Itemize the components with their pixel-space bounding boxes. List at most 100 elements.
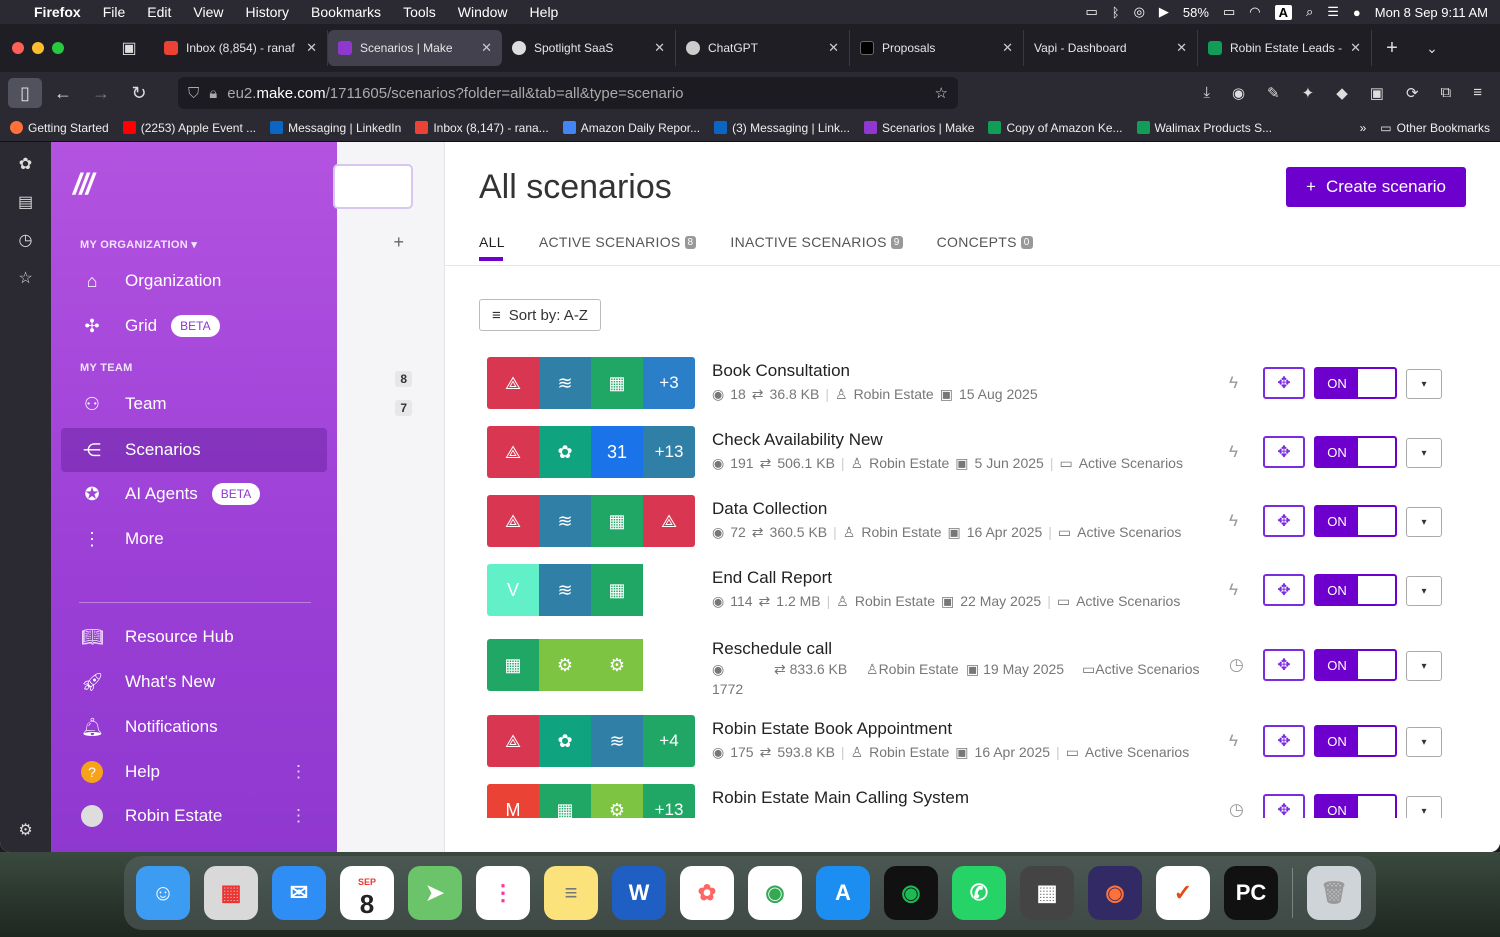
sidebar-item-grid[interactable]: ✣ Grid BETA — [61, 304, 327, 348]
close-tab-icon[interactable]: ✕ — [306, 40, 317, 56]
bookmark-amazon-copy[interactable]: Copy of Amazon Ke... — [988, 121, 1123, 135]
bookmark-amazon-daily[interactable]: Amazon Daily Repor... — [562, 121, 700, 135]
sidebar-toggle-icon[interactable]: ▯ — [8, 78, 42, 108]
notes-icon[interactable]: ≡ — [544, 866, 598, 920]
sidebar-item-help[interactable]: ? Help ⋮ — [61, 750, 327, 794]
scenario-options-dropdown[interactable]: ▾ — [1406, 651, 1442, 681]
sidebar-settings-gear-icon[interactable]: ⚙ — [18, 820, 32, 840]
tab-overview-icon[interactable]: ▣ — [104, 38, 154, 58]
scenario-row[interactable]: ▦ ⚙ ⚙ Reschedule call ◉ 1772 ⇄ 833.6 KB ♙… — [487, 639, 1447, 697]
sidebar-item-resource-hub[interactable]: 📖︎ Resource Hub — [61, 615, 327, 659]
word-icon[interactable]: W — [612, 866, 666, 920]
open-diagram-button[interactable]: ✥ — [1263, 505, 1305, 537]
tab-concepts[interactable]: CONCEPTS 0 — [937, 234, 1033, 261]
tab-proposals[interactable]: Proposals ✕ — [850, 30, 1024, 66]
sidebar-item-user[interactable]: Robin Estate ⋮ — [61, 794, 327, 838]
scenario-row[interactable]: ⟁ ≋ ▦ ⟁ Data Collection ◉ 72 ⇄ 360.5 KB | ♙ Ro… — [487, 495, 1447, 547]
tab-vapi[interactable]: Vapi - Dashboard ✕ — [1024, 30, 1198, 66]
menu-edit[interactable]: Edit — [147, 4, 171, 20]
scenario-options-dropdown[interactable]: ▾ — [1406, 369, 1442, 399]
close-window-button[interactable] — [12, 42, 24, 54]
sidebar-item-scenarios[interactable]: ⋲ Scenarios — [61, 428, 327, 472]
extension-icon-2[interactable]: ✎ — [1267, 84, 1280, 102]
finder-icon[interactable]: ☺ — [136, 866, 190, 920]
scenario-name[interactable]: End Call Report — [712, 568, 832, 588]
scenario-name[interactable]: Check Availability New — [712, 430, 883, 450]
scenario-options-dropdown[interactable]: ▾ — [1406, 576, 1442, 606]
calculator-icon[interactable]: ▦ — [1020, 866, 1074, 920]
history-icon[interactable]: ◷ — [19, 230, 33, 250]
bookmark-linkedin-messaging[interactable]: Messaging | LinkedIn — [270, 121, 401, 135]
chatgpt-sidebar-icon[interactable]: ✿ — [19, 154, 32, 174]
tab-all[interactable]: ALL — [479, 234, 505, 261]
bluetooth-icon[interactable]: ᛒ — [1112, 5, 1120, 20]
add-folder-icon[interactable]: + — [393, 232, 404, 253]
calendar-icon[interactable]: SEP 8 — [340, 866, 394, 920]
back-icon[interactable]: ← — [46, 78, 80, 108]
bookmark-star-icon[interactable]: ☆ — [935, 84, 948, 102]
scenario-toggle[interactable]: ON — [1314, 725, 1397, 757]
list-tabs-chevron-icon[interactable]: ⌄ — [1412, 40, 1452, 57]
siri-icon[interactable]: ● — [1353, 5, 1361, 20]
minimize-window-button[interactable] — [32, 42, 44, 54]
control-center-icon[interactable]: ☰ — [1327, 4, 1339, 20]
tab-robin-leads[interactable]: Robin Estate Leads - ✕ — [1198, 30, 1372, 66]
scenario-toggle[interactable]: ON — [1314, 436, 1397, 468]
mail-icon[interactable]: ✉ — [272, 866, 326, 920]
menu-window[interactable]: Window — [458, 4, 508, 20]
display-icon[interactable]: ▭ — [1085, 4, 1097, 20]
bookmark-apple-event[interactable]: (2253) Apple Event ... — [122, 121, 256, 135]
spotify-icon[interactable]: ◉ — [884, 866, 938, 920]
scenario-name[interactable]: Data Collection — [712, 499, 827, 519]
user-menu-kebab-icon[interactable]: ⋮ — [290, 806, 307, 826]
scenario-name[interactable]: Reschedule call — [712, 639, 832, 659]
scenario-row[interactable]: ⟁ ≋ ▦ +3 Book Consultation ◉ 18 ⇄ 36.8 KB | ♙… — [487, 357, 1447, 409]
scenario-name[interactable]: Book Consultation — [712, 361, 850, 381]
tab-spotlight[interactable]: Spotlight SaaS ✕ — [502, 30, 676, 66]
scenario-options-dropdown[interactable]: ▾ — [1406, 727, 1442, 757]
play-icon[interactable]: ▶ — [1159, 4, 1169, 20]
shield-icon[interactable]: ⛉ — [188, 85, 199, 102]
sidebar-item-notifications[interactable]: 🔔︎ Notifications — [61, 705, 327, 749]
bookmark-linkedin-messaging-2[interactable]: (3) Messaging | Link... — [714, 121, 850, 135]
maps-icon[interactable]: ➤ — [408, 866, 462, 920]
chrome-icon[interactable]: ◉ — [748, 866, 802, 920]
app-store-icon[interactable]: A — [816, 866, 870, 920]
make-logo-icon[interactable]: /// — [73, 168, 94, 202]
scenario-options-dropdown[interactable]: ▾ — [1406, 438, 1442, 468]
input-source[interactable]: A — [1274, 4, 1292, 20]
close-tab-icon[interactable]: ✕ — [654, 40, 665, 56]
extensions-puzzle-icon[interactable]: ⧉ — [1441, 84, 1452, 102]
close-tab-icon[interactable]: ✕ — [1350, 40, 1361, 56]
sidebar-item-team[interactable]: ⚇ Team — [61, 382, 327, 426]
url-bar[interactable]: ⛉ 🔒︎ eu2.make.com/1711605/scenarios?fold… — [178, 77, 958, 109]
menu-tools[interactable]: Tools — [403, 4, 436, 20]
extension-icon-3[interactable]: ✦ — [1302, 84, 1315, 102]
bookmark-gmail-inbox[interactable]: Inbox (8,147) - rana... — [415, 121, 549, 135]
tab-make-scenarios[interactable]: Scenarios | Make ✕ — [328, 30, 502, 66]
extension-icon-5[interactable]: ▣ — [1370, 84, 1384, 102]
tab-inactive-scenarios[interactable]: INACTIVE SCENARIOS 9 — [730, 234, 903, 261]
photos-icon[interactable]: ✿ — [680, 866, 734, 920]
forward-icon[interactable]: → — [84, 78, 118, 108]
sidebar-item-more[interactable]: ⋮ More — [61, 517, 327, 561]
sidebar-item-whats-new[interactable]: 🚀︎ What's New — [61, 660, 327, 704]
scenario-row[interactable]: V ≋ ▦ End Call Report ◉ 114 ⇄ 1.2 MB | ♙ Robin… — [487, 564, 1447, 616]
open-diagram-button[interactable]: ✥ — [1263, 367, 1305, 399]
sidebar-item-organization[interactable]: ⌂ Organization — [61, 259, 327, 303]
menubar-clock[interactable]: Mon 8 Sep 9:11 AM — [1375, 5, 1488, 20]
menu-history[interactable]: History — [245, 4, 289, 20]
scenario-toggle[interactable]: ON — [1314, 574, 1397, 606]
firefox-icon[interactable]: ◉ — [1088, 866, 1142, 920]
open-diagram-button[interactable]: ✥ — [1263, 649, 1305, 681]
trash-icon[interactable]: 🗑︎ — [1307, 866, 1361, 920]
tab-active-scenarios[interactable]: ACTIVE SCENARIOS 8 — [539, 234, 697, 261]
open-diagram-button[interactable]: ✥ — [1263, 436, 1305, 468]
other-bookmarks[interactable]: ▭ Other Bookmarks — [1380, 121, 1490, 135]
open-diagram-button[interactable]: ✥ — [1263, 574, 1305, 606]
scenario-name[interactable]: Robin Estate Main Calling System — [712, 788, 969, 808]
pycharm-icon[interactable]: PC — [1224, 866, 1278, 920]
launchpad-icon[interactable]: ▦ — [204, 866, 258, 920]
scenario-toggle[interactable]: ON — [1314, 649, 1397, 681]
create-scenario-button[interactable]: + Create scenario — [1286, 167, 1466, 207]
